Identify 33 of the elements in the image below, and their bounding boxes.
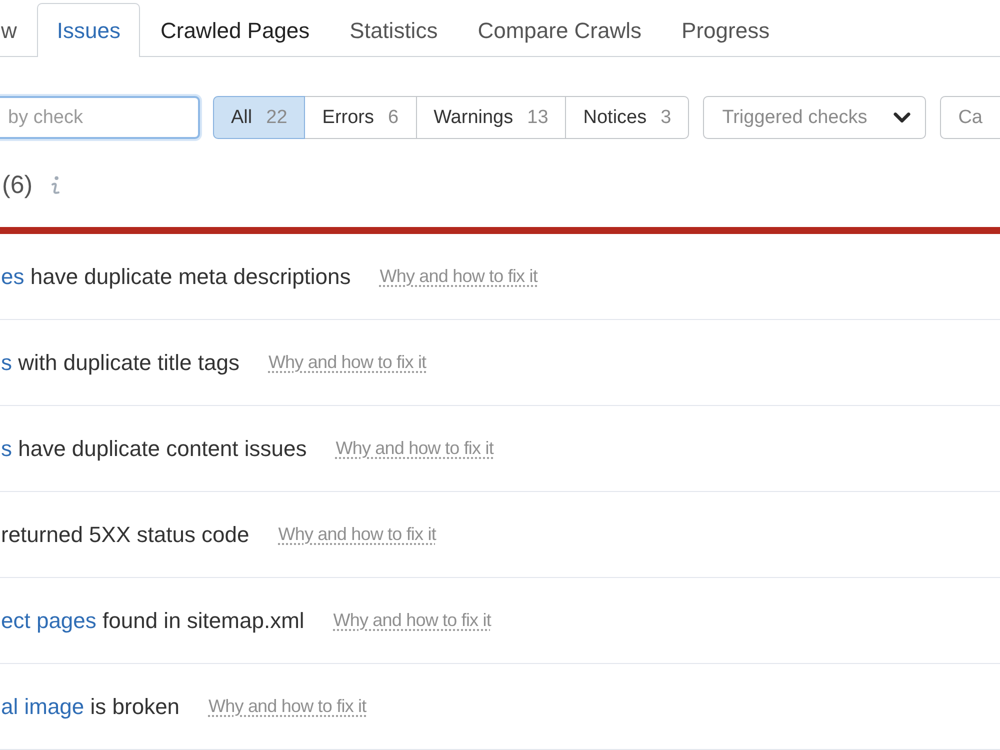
- tab[interactable]: Crawled Pages: [140, 4, 330, 57]
- tab[interactable]: Compare Crawls: [458, 4, 662, 57]
- help-link[interactable]: Why and how to fix it: [208, 696, 366, 717]
- severity-filter[interactable]: Errors 6: [304, 96, 417, 139]
- help-link[interactable]: Why and how to fix it: [380, 266, 538, 287]
- issue-text: ect pages found in sitemap.xml: [1, 608, 304, 634]
- issue-link[interactable]: ect pages: [1, 608, 96, 632]
- severity-filter[interactable]: Notices 3: [565, 96, 690, 139]
- tab[interactable]: Issues: [36, 3, 140, 57]
- issue-link[interactable]: s: [1, 350, 12, 374]
- help-link[interactable]: Why and how to fix it: [333, 610, 491, 631]
- search-field[interactable]: by check: [0, 96, 200, 139]
- issue-link[interactable]: s: [1, 436, 12, 460]
- issue-link[interactable]: al image: [1, 694, 84, 718]
- section-heading: (6): [2, 170, 33, 200]
- tab[interactable]: w: [0, 4, 37, 57]
- issue-text: es have duplicate meta descriptions: [1, 264, 351, 290]
- info-icon[interactable]: [50, 176, 60, 194]
- tab[interactable]: Progress: [662, 4, 790, 57]
- issue-text: returned 5XX status code: [1, 522, 250, 548]
- chevron-down-icon: [893, 112, 912, 123]
- checks-dropdown[interactable]: Triggered checks: [703, 96, 926, 139]
- issue-text: al image is broken: [1, 694, 180, 720]
- issue-text: s with duplicate title tags: [1, 350, 240, 376]
- tab[interactable]: Statistics: [330, 4, 458, 57]
- help-link[interactable]: Why and how to fix it: [278, 524, 436, 545]
- severity-filter[interactable]: Warnings 13: [416, 96, 566, 139]
- severity-filter[interactable]: All 22: [213, 96, 306, 139]
- help-link[interactable]: Why and how to fix it: [268, 352, 426, 373]
- issue-link[interactable]: es: [1, 264, 24, 288]
- category-dropdown[interactable]: Ca: [940, 96, 1000, 139]
- help-link[interactable]: Why and how to fix it: [336, 438, 494, 459]
- issue-text: s have duplicate content issues: [1, 436, 307, 462]
